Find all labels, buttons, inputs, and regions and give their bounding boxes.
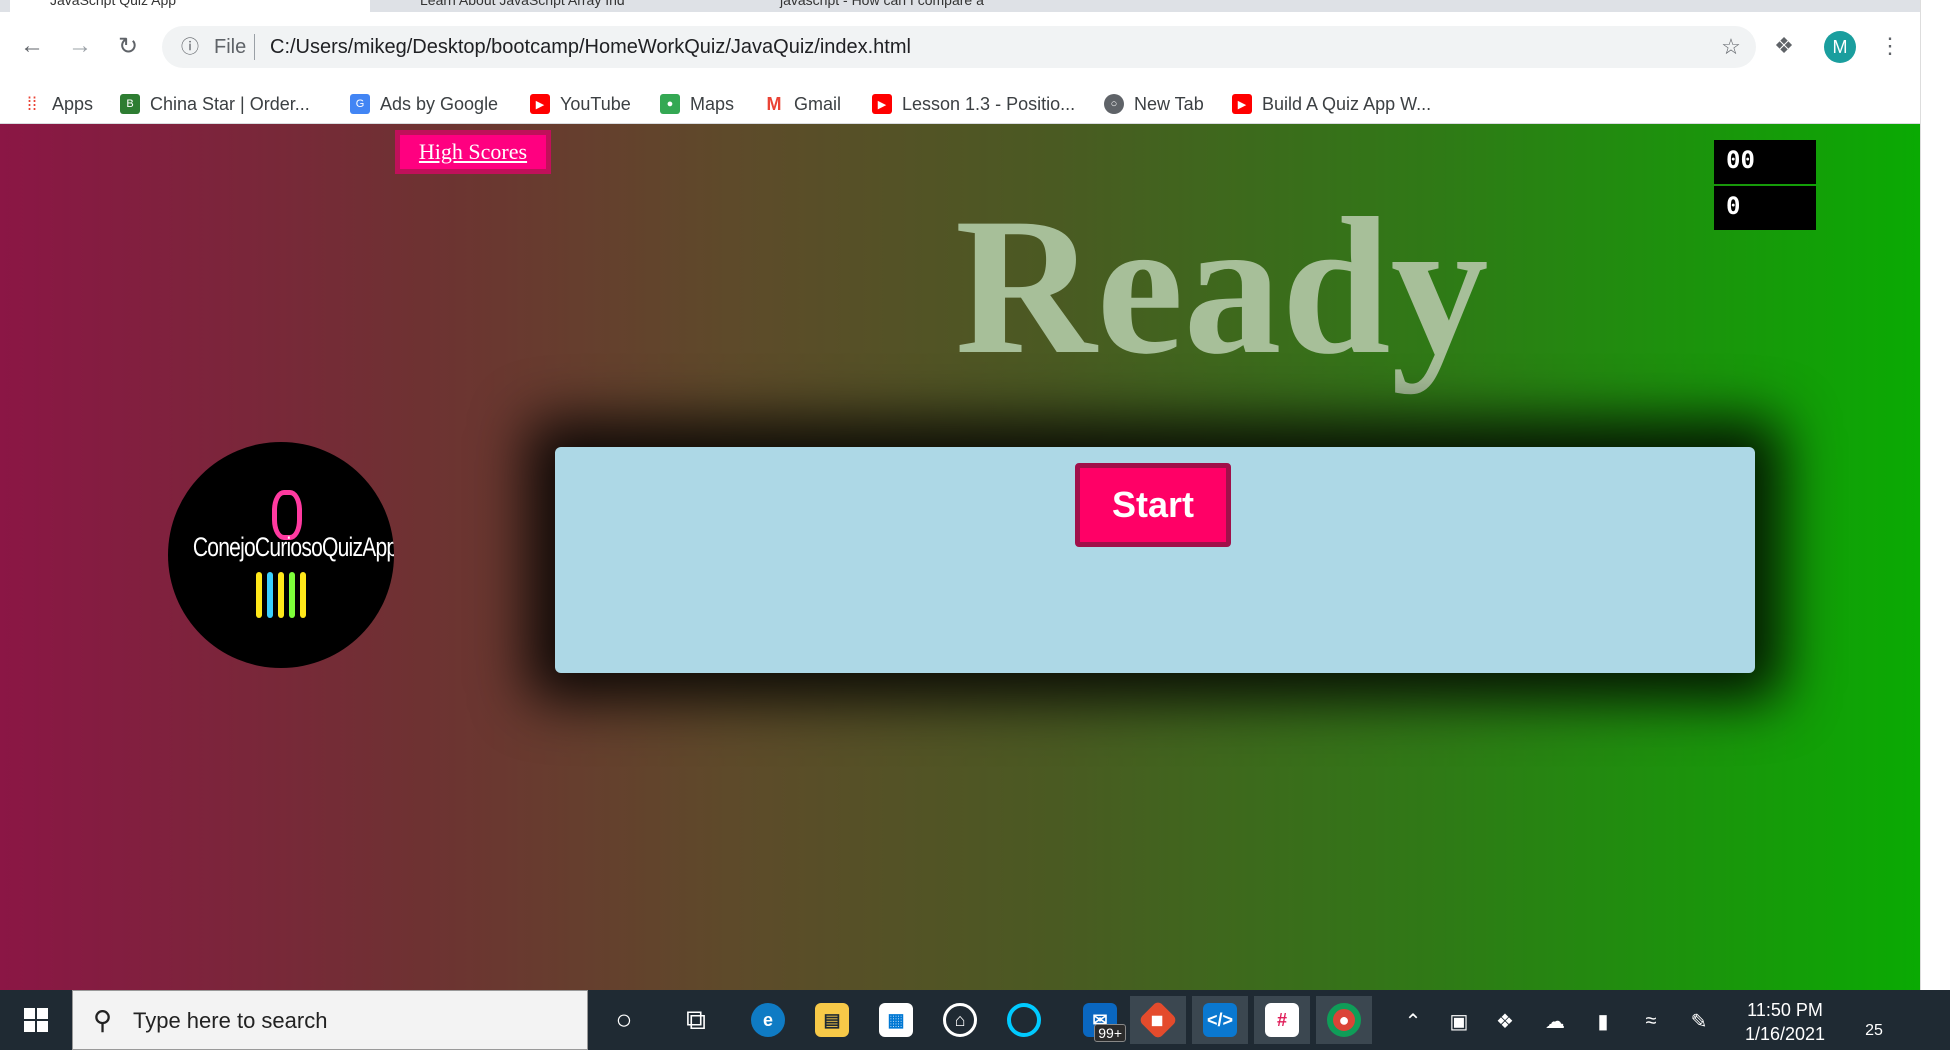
cortana-icon[interactable]: ○ xyxy=(596,996,652,1044)
bookmark-label: China Star | Order... xyxy=(150,93,310,114)
tab-label: Learn About JavaScript Array Ind xyxy=(420,0,625,8)
file-explorer-icon[interactable]: ▤ xyxy=(804,996,860,1044)
youtube-icon: ▶ xyxy=(872,94,892,114)
edge-icon[interactable]: e xyxy=(740,996,796,1044)
extensions-puzzle-icon[interactable]: ❖ xyxy=(1768,30,1800,62)
back-arrow-icon[interactable]: ← xyxy=(14,28,50,64)
bookmark-label: Maps xyxy=(690,93,735,114)
notification-count: 25 xyxy=(1865,1022,1883,1039)
google-ads-icon: G xyxy=(350,94,370,114)
clock-date: 1/16/2021 xyxy=(1744,1024,1826,1044)
gmail-icon: M xyxy=(764,94,784,114)
wifi-icon[interactable]: ≈ xyxy=(1636,1006,1666,1036)
slack-icon[interactable]: # xyxy=(1254,996,1310,1044)
info-icon[interactable]: ⓘ xyxy=(178,34,202,58)
maps-icon: ● xyxy=(660,94,680,114)
clock-time: 11:50 PM xyxy=(1747,1000,1823,1020)
browser-toolbar: ← → ↻ ⓘ File C:/Users/mikeg/Desktop/boot… xyxy=(0,12,1920,84)
taskbar-search[interactable]: ⚲ Type here to search xyxy=(72,990,588,1050)
chrome-icon[interactable]: ● xyxy=(1316,996,1372,1044)
dropbox-icon[interactable]: ❖ xyxy=(1490,1006,1520,1036)
bookmark-maps[interactable]: ● Maps xyxy=(660,92,734,116)
teams-icon[interactable]: ▣ xyxy=(1444,1006,1474,1036)
quiz-container: Start xyxy=(555,447,1755,673)
youtube-icon: ▶ xyxy=(1232,94,1252,114)
bookmarks-bar: ⁞⁞ Apps B China Star | Order... G Ads by… xyxy=(0,84,1920,124)
address-url[interactable]: C:/Users/mikeg/Desktop/bootcamp/HomeWork… xyxy=(270,36,911,59)
bookmark-lesson[interactable]: ▶ Lesson 1.3 - Positio... xyxy=(872,92,1075,116)
bookmark-star-icon[interactable]: ☆ xyxy=(1716,32,1746,62)
taskbar-search-placeholder: Type here to search xyxy=(133,1008,328,1033)
address-bar[interactable]: ⓘ File C:/Users/mikeg/Desktop/bootcamp/H… xyxy=(162,26,1756,68)
bookmark-apps[interactable]: ⁞⁞ Apps xyxy=(22,92,93,116)
git-icon[interactable]: ◆ xyxy=(1130,996,1186,1044)
logo-text: ConejoCuriosoQuizApp! xyxy=(192,532,394,562)
mail-badge: 99+ xyxy=(1094,1024,1126,1042)
alexa-icon[interactable] xyxy=(996,996,1052,1044)
china-star-icon: B xyxy=(120,94,140,114)
start-menu-button[interactable] xyxy=(14,1000,58,1040)
notifications-button[interactable]: 25 xyxy=(1854,1004,1894,1040)
search-icon: ⚲ xyxy=(93,1005,113,1035)
pen-icon[interactable]: ✎ xyxy=(1684,1006,1714,1036)
globe-icon: ○ xyxy=(1104,94,1124,114)
tab-array-index[interactable]: Learn About JavaScript Array Ind xyxy=(380,0,720,12)
store-icon[interactable]: ▦ xyxy=(868,996,924,1044)
profile-avatar[interactable]: M xyxy=(1824,31,1856,63)
bookmark-new-tab[interactable]: ○ New Tab xyxy=(1104,92,1204,116)
address-scheme: File xyxy=(214,36,247,58)
bookmark-label: Gmail xyxy=(794,93,842,114)
bookmark-label: Ads by Google xyxy=(380,93,499,114)
bookmark-gmail[interactable]: M Gmail xyxy=(764,92,841,116)
chevron-up-icon[interactable]: ⌃ xyxy=(1398,1006,1428,1036)
tab-quiz-app[interactable]: JavaScript Quiz App xyxy=(10,0,370,12)
side-panel-strip xyxy=(1920,0,1950,990)
youtube-icon: ▶ xyxy=(530,94,550,114)
page-heading: Ready xyxy=(955,178,1489,395)
battery-icon[interactable]: ▮ xyxy=(1588,1006,1618,1036)
address-divider xyxy=(254,34,255,60)
tab-label: javascript - How can I compare a xyxy=(780,0,984,8)
bookmark-label: New Tab xyxy=(1134,93,1204,114)
start-button[interactable]: Start xyxy=(1075,463,1231,547)
task-view-icon[interactable]: ⧉ xyxy=(668,996,724,1044)
windows-logo-icon xyxy=(24,1008,48,1032)
vscode-icon[interactable]: </> xyxy=(1192,996,1248,1044)
tab-strip: JavaScript Quiz App Learn About JavaScri… xyxy=(0,0,1920,12)
bookmark-label: Build A Quiz App W... xyxy=(1262,93,1432,114)
windows-taskbar: ⚲ Type here to search ○ ⧉ e ▤ ▦ ⌂ ✉ 99+ ◆… xyxy=(0,990,1950,1050)
high-scores-button[interactable]: High Scores xyxy=(395,130,551,174)
bookmark-build-quiz[interactable]: ▶ Build A Quiz App W... xyxy=(1232,92,1431,116)
bookmark-youtube[interactable]: ▶ YouTube xyxy=(530,92,631,116)
forward-arrow-icon[interactable]: → xyxy=(62,28,98,64)
bookmark-label: Apps xyxy=(52,93,94,114)
score-display: 0 xyxy=(1714,186,1816,230)
basket-icon xyxy=(256,572,308,618)
bookmark-ads-by-google[interactable]: G Ads by Google xyxy=(350,92,498,116)
app-logo: ConejoCuriosoQuizApp! xyxy=(168,442,394,668)
apps-grid-icon: ⁞⁞ xyxy=(26,93,37,114)
reload-icon[interactable]: ↻ xyxy=(110,28,146,64)
timer-display: 00 xyxy=(1714,140,1816,184)
bookmark-label: YouTube xyxy=(560,93,631,114)
tab-label: JavaScript Quiz App xyxy=(50,0,177,8)
page-viewport: High Scores 00 0 Ready ConejoCuriosoQuiz… xyxy=(0,124,1920,990)
tab-compare[interactable]: javascript - How can I compare a xyxy=(740,0,1080,12)
menu-kebab-icon[interactable]: ⋮ xyxy=(1874,30,1906,62)
bookmark-china-star[interactable]: B China Star | Order... xyxy=(120,92,310,116)
bookmark-label: Lesson 1.3 - Positio... xyxy=(902,93,1076,114)
mail-icon[interactable]: ✉ 99+ xyxy=(1072,996,1128,1044)
taskbar-clock[interactable]: 11:50 PM 1/16/2021 xyxy=(1726,998,1844,1046)
cloud-icon[interactable]: ☁ xyxy=(1540,1006,1570,1036)
app-icon[interactable]: ⌂ xyxy=(932,996,988,1044)
